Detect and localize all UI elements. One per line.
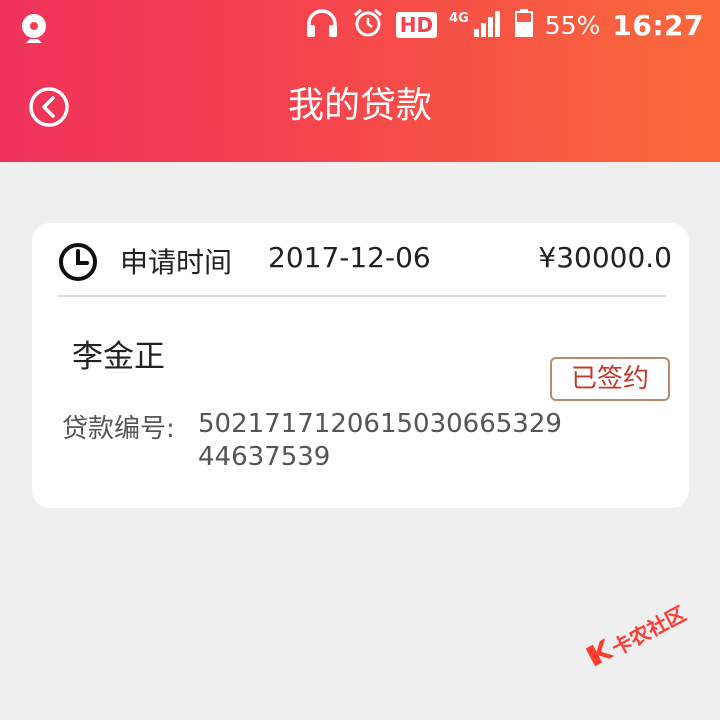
page-title: 我的贷款	[287, 85, 432, 126]
app-bar: 我的贷款	[0, 50, 720, 162]
watermark: 卡农社区	[576, 588, 702, 706]
signal-icon	[473, 9, 503, 41]
screen: HD 4G 55% 16:27 我的贷款 申请时间 2017-12-06 ¥30…	[0, 0, 720, 720]
header-background: HD 4G 55% 16:27 我的贷款	[0, 0, 720, 162]
battery-percent: 55%	[544, 10, 601, 40]
alarm-icon	[352, 7, 384, 43]
borrower-name: 李金正	[72, 339, 165, 375]
headphones-icon	[304, 7, 340, 43]
status-time: 16:27	[612, 8, 704, 42]
back-circle-icon	[29, 87, 69, 127]
apply-date: 2017-12-06	[268, 241, 431, 274]
battery-icon	[514, 9, 533, 41]
loan-number: 502171712061503066532944637539	[198, 409, 562, 472]
app-notification-icon	[18, 9, 52, 47]
loan-number-label: 贷款编号:	[62, 414, 175, 444]
hd-badge: HD	[395, 12, 438, 38]
status-bar: HD 4G 55% 16:27	[0, 0, 720, 50]
status-badge: 已签约	[550, 357, 670, 401]
network-type: 4G	[449, 10, 469, 26]
watermark-text: 卡农社区	[607, 601, 690, 661]
apply-time-label: 申请时间	[120, 246, 233, 279]
clock-icon	[58, 242, 98, 282]
loan-card-header: 申请时间 2017-12-06 ¥30000.0	[58, 223, 672, 297]
loan-amount: ¥30000.0	[538, 241, 672, 274]
loan-card[interactable]: 申请时间 2017-12-06 ¥30000.0 李金正 已签约 贷款编号: 5…	[32, 223, 689, 508]
back-button[interactable]	[28, 86, 70, 128]
